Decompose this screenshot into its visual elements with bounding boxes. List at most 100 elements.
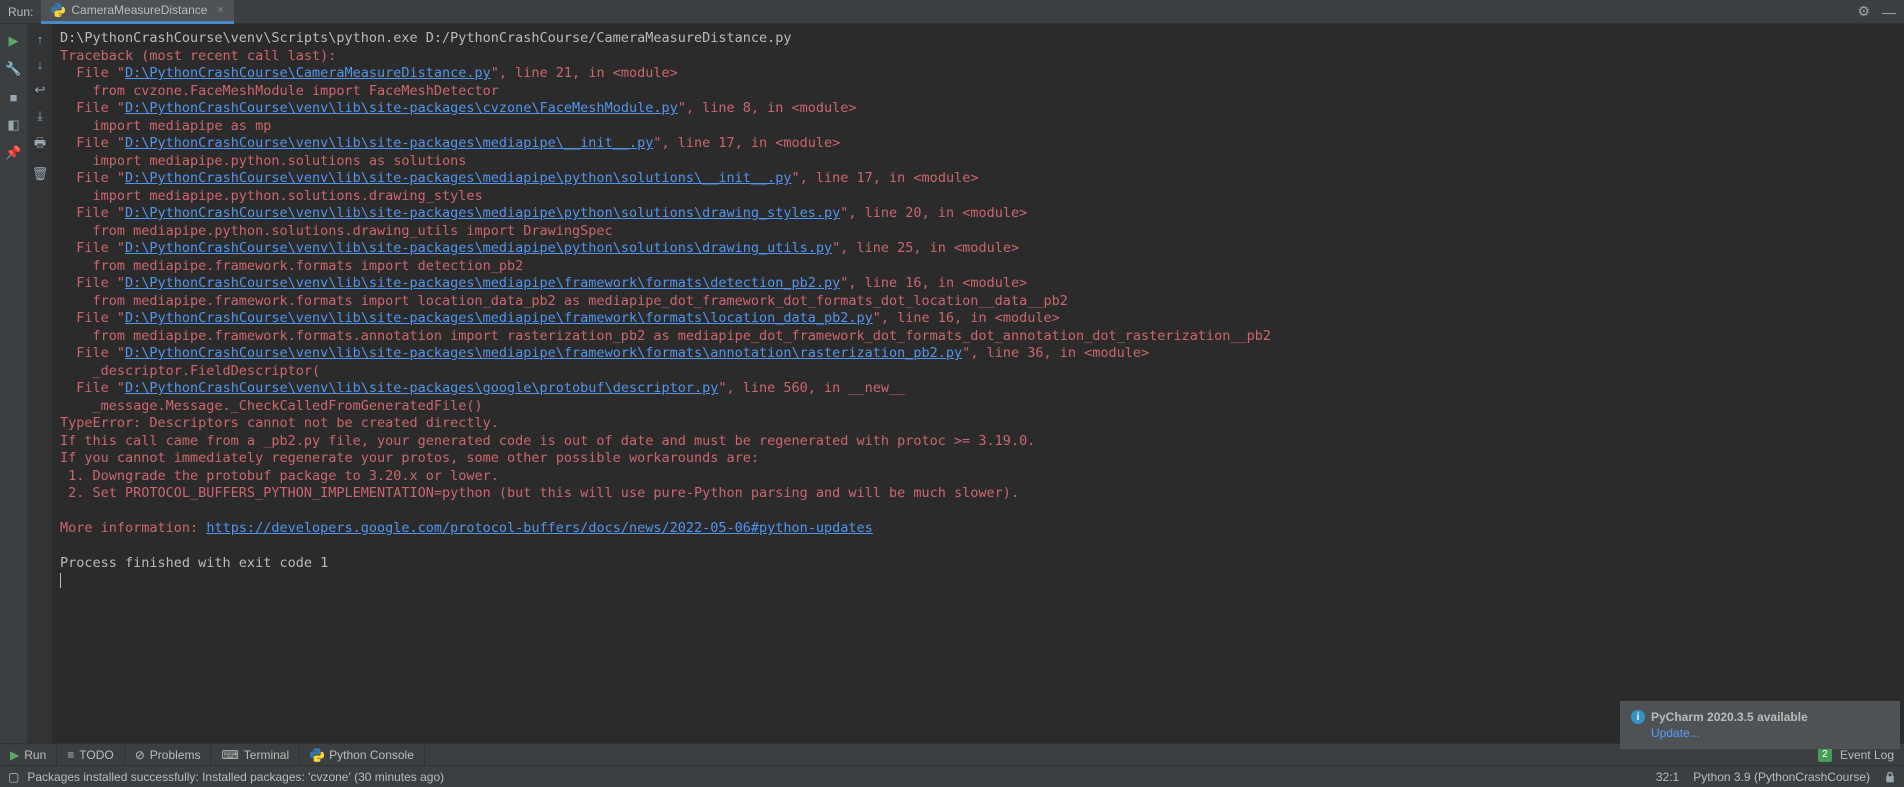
error-line: 2. Set PROTOCOL_BUFFERS_PYTHON_IMPLEMENT…	[60, 485, 1019, 501]
stop-button[interactable]: ■	[5, 88, 23, 106]
layout-icon[interactable]: ◧	[5, 116, 23, 134]
terminal-tab-label: Terminal	[244, 748, 289, 762]
error-line: If this call came from a _pb2.py file, y…	[60, 433, 1035, 449]
trash-icon[interactable]: 🗑	[32, 166, 49, 182]
todo-tab-button[interactable]: ≡ TODO	[57, 744, 124, 765]
down-arrow-icon[interactable]: ↓	[37, 57, 44, 72]
frame-file-link[interactable]: D:\PythonCrashCourse\venv\lib\site-packa…	[125, 310, 873, 326]
frame-file-link[interactable]: D:\PythonCrashCourse\venv\lib\site-packa…	[125, 240, 832, 256]
toolwindow-toggle-icon[interactable]: ▢	[8, 770, 19, 784]
interpreter-selector[interactable]: Python 3.9 (PythonCrashCourse)	[1693, 770, 1870, 784]
frame-file-prefix: File "	[60, 240, 125, 256]
nav-gutter: ↑ ↓ ↩ ⤓ 🖶 🗑	[28, 24, 52, 743]
frame-code: _descriptor.FieldDescriptor(	[60, 363, 320, 379]
more-info-label: More information:	[60, 520, 206, 536]
status-bar: ▢ Packages installed successfully: Insta…	[0, 765, 1904, 787]
left-gutter: ▶ 🔧 ■ ◧ 📌	[0, 24, 28, 743]
header-right: ⚙ —	[1857, 3, 1904, 20]
close-icon[interactable]: ×	[217, 4, 223, 16]
python-icon	[310, 748, 324, 762]
tab-label: CameraMeasureDistance	[71, 3, 207, 17]
run-label: Run:	[0, 5, 41, 19]
run-tab-button[interactable]: ▶ Run	[0, 744, 57, 765]
info-icon: i	[1631, 710, 1645, 724]
event-log-button[interactable]: Event Log	[1840, 748, 1894, 762]
run-tab-label: Run	[24, 748, 46, 762]
frame-code: from mediapipe.framework.formats import …	[60, 293, 1068, 309]
more-info-link[interactable]: https://developers.google.com/protocol-b…	[206, 520, 872, 536]
frame-file-link[interactable]: D:\PythonCrashCourse\CameraMeasureDistan…	[125, 65, 491, 81]
error-line: 1. Downgrade the protobuf package to 3.2…	[60, 468, 499, 484]
frame-file-suffix: ", line 17, in <module>	[792, 170, 979, 186]
frame-file-prefix: File "	[60, 135, 125, 151]
status-message: Packages installed successfully: Install…	[27, 770, 444, 784]
frame-code: from cvzone.FaceMeshModule import FaceMe…	[60, 83, 499, 99]
minimize-icon[interactable]: —	[1882, 4, 1896, 20]
up-arrow-icon[interactable]: ↑	[37, 32, 44, 47]
python-console-tab-button[interactable]: Python Console	[300, 744, 425, 765]
frame-file-link[interactable]: D:\PythonCrashCourse\venv\lib\site-packa…	[125, 380, 718, 396]
terminal-icon: ⌨	[221, 748, 238, 762]
gear-icon[interactable]: ⚙	[1857, 3, 1870, 20]
main-area: ▶ 🔧 ■ ◧ 📌 ↑ ↓ ↩ ⤓ 🖶 🗑 D:\PythonCrashCour…	[0, 24, 1904, 743]
frame-file-suffix: ", line 20, in <module>	[840, 205, 1027, 221]
frame-file-link[interactable]: D:\PythonCrashCourse\venv\lib\site-packa…	[125, 205, 840, 221]
error-line: If you cannot immediately regenerate you…	[60, 450, 759, 466]
frame-file-prefix: File "	[60, 345, 125, 361]
frame-file-link[interactable]: D:\PythonCrashCourse\venv\lib\site-packa…	[125, 170, 791, 186]
traceback-header: Traceback (most recent call last):	[60, 48, 336, 64]
python-icon	[51, 3, 65, 17]
todo-tab-label: TODO	[79, 748, 113, 762]
notification-title: PyCharm 2020.3.5 available	[1651, 710, 1808, 724]
warning-icon: ⊘	[135, 748, 145, 762]
run-config-tab[interactable]: CameraMeasureDistance ×	[41, 0, 234, 24]
error-line: TypeError: Descriptors cannot not be cre…	[60, 415, 499, 431]
frame-file-link[interactable]: D:\PythonCrashCourse\venv\lib\site-packa…	[125, 100, 678, 116]
console-output[interactable]: D:\PythonCrashCourse\venv\Scripts\python…	[52, 24, 1904, 743]
frame-file-prefix: File "	[60, 100, 125, 116]
frame-file-suffix: ", line 16, in <module>	[873, 310, 1060, 326]
terminal-tab-button[interactable]: ⌨ Terminal	[211, 744, 300, 765]
lock-icon[interactable]	[1884, 771, 1896, 783]
notification-update-link[interactable]: Update...	[1651, 724, 1889, 740]
frame-code: from mediapipe.python.solutions.drawing_…	[60, 223, 613, 239]
frame-file-link[interactable]: D:\PythonCrashCourse\venv\lib\site-packa…	[125, 345, 962, 361]
text-cursor	[60, 573, 61, 588]
update-notification[interactable]: i PyCharm 2020.3.5 available Update...	[1620, 701, 1900, 749]
exit-line: Process finished with exit code 1	[60, 555, 328, 571]
frame-file-link[interactable]: D:\PythonCrashCourse\venv\lib\site-packa…	[125, 275, 840, 291]
bottom-toolbar: ▶ Run ≡ TODO ⊘ Problems ⌨ Terminal Pytho…	[0, 743, 1904, 765]
frame-file-prefix: File "	[60, 170, 125, 186]
problems-tab-label: Problems	[150, 748, 201, 762]
frame-code: import mediapipe.python.solutions.drawin…	[60, 188, 483, 204]
frame-file-suffix: ", line 560, in __new__	[718, 380, 905, 396]
frame-file-link[interactable]: D:\PythonCrashCourse\venv\lib\site-packa…	[125, 135, 653, 151]
python-console-tab-label: Python Console	[329, 748, 414, 762]
frame-code: import mediapipe.python.solutions as sol…	[60, 153, 466, 169]
cursor-position[interactable]: 32:1	[1656, 770, 1679, 784]
wrench-icon[interactable]: 🔧	[5, 60, 23, 78]
command-line: D:\PythonCrashCourse\venv\Scripts\python…	[60, 30, 792, 46]
run-tool-header: Run: CameraMeasureDistance × ⚙ —	[0, 0, 1904, 24]
frame-file-suffix: ", line 36, in <module>	[962, 345, 1149, 361]
frame-file-suffix: ", line 8, in <module>	[678, 100, 857, 116]
problems-tab-button[interactable]: ⊘ Problems	[125, 744, 212, 765]
event-count-badge[interactable]: 2	[1818, 748, 1832, 762]
frame-code: _message.Message._CheckCalledFromGenerat…	[60, 398, 483, 414]
notification-title-row: i PyCharm 2020.3.5 available	[1631, 710, 1889, 724]
bottom-right: 2 Event Log	[1818, 748, 1904, 762]
frame-file-suffix: ", line 21, in <module>	[491, 65, 678, 81]
list-icon: ≡	[67, 748, 74, 762]
frame-file-prefix: File "	[60, 65, 125, 81]
rerun-button[interactable]: ▶	[5, 32, 23, 50]
frame-file-suffix: ", line 25, in <module>	[832, 240, 1019, 256]
status-right: 32:1 Python 3.9 (PythonCrashCourse)	[1656, 770, 1896, 784]
frame-file-prefix: File "	[60, 205, 125, 221]
frame-file-prefix: File "	[60, 310, 125, 326]
soft-wrap-icon[interactable]: ↩	[35, 82, 46, 98]
frame-file-prefix: File "	[60, 380, 125, 396]
frame-code: from mediapipe.framework.formats import …	[60, 258, 523, 274]
scroll-to-end-icon[interactable]: ⤓	[37, 108, 43, 124]
print-icon[interactable]: 🖶	[34, 134, 46, 156]
pin-icon[interactable]: 📌	[5, 144, 23, 162]
